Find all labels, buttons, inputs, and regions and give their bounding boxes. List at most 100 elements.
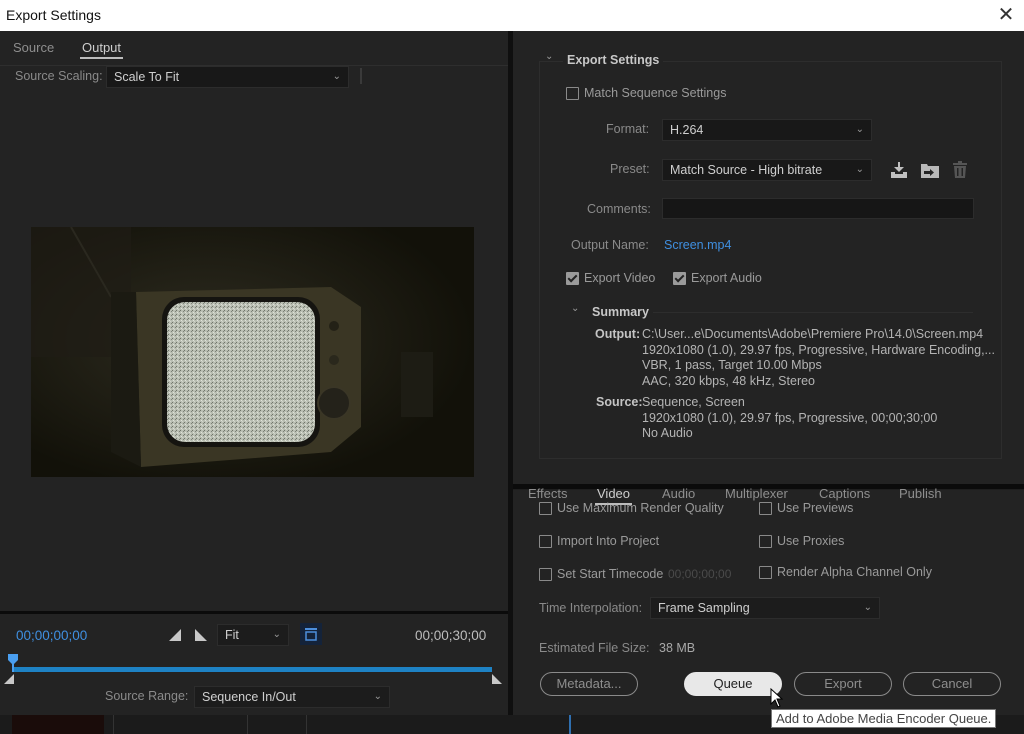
time-interpolation-label: Time Interpolation: [539, 601, 643, 615]
tab-audio[interactable]: Audio [662, 486, 695, 501]
output-name-link[interactable]: Screen.mp4 [664, 238, 731, 252]
checkbox-label: Match Sequence Settings [584, 86, 727, 100]
summary-divider [653, 312, 973, 313]
tab-captions[interactable]: Captions [819, 486, 870, 501]
checkbox-label: Import Into Project [557, 534, 660, 548]
checkbox-box [539, 501, 552, 515]
checkbox-label: Export Video [584, 271, 656, 285]
source-scaling-value: Scale To Fit [114, 70, 180, 84]
in-point-marker[interactable] [4, 674, 15, 684]
end-timecode: 00;00;30;00 [415, 628, 487, 643]
export-video-checkbox[interactable]: Export Video [566, 271, 655, 285]
import-preset-icon[interactable] [920, 161, 940, 179]
chevron-down-icon: ⌄ [373, 691, 382, 702]
tab-source[interactable]: Source [13, 40, 54, 55]
summary-line: AAC, 320 kbps, 48 kHz, Stereo [642, 373, 816, 388]
set-out-point-icon[interactable] [195, 629, 208, 641]
tooltip: Add to Adobe Media Encoder Queue. [771, 709, 997, 728]
cancel-button[interactable]: Cancel [903, 672, 1001, 696]
aspect-ratio-icon [305, 628, 317, 641]
summary-output-label: Output: [595, 327, 641, 341]
render-alpha-checkbox[interactable]: Render Alpha Channel Only [759, 565, 932, 579]
summary-output-text: C:\User...e\Documents\Adobe\Premiere Pro… [642, 327, 995, 389]
checkbox-box [759, 501, 772, 515]
title-bar: Export Settings ✕ [0, 0, 1024, 31]
source-range-value: Sequence In/Out [202, 690, 296, 704]
checkbox-label: Use Previews [777, 501, 854, 515]
checkbox-label: Export Audio [691, 271, 762, 285]
preset-value: Match Source - High bitrate [670, 163, 823, 177]
save-preset-icon[interactable] [890, 161, 908, 179]
playhead[interactable] [8, 654, 20, 672]
max-render-quality-checkbox[interactable]: Use Maximum Render Quality [539, 501, 724, 515]
chevron-down-icon: ⌄ [863, 602, 872, 613]
zoom-level-value: Fit [225, 628, 239, 642]
crop-handle[interactable] [360, 68, 362, 84]
format-value: H.264 [670, 123, 704, 137]
source-scaling-select[interactable]: Scale To Fit ⌄ [106, 66, 349, 88]
chevron-down-icon[interactable]: ⌄ [545, 51, 553, 62]
queue-button[interactable]: Queue [684, 672, 782, 696]
checkbox-box [759, 565, 772, 579]
divider [113, 715, 114, 734]
chevron-down-icon: ⌄ [332, 71, 341, 82]
time-interpolation-select[interactable]: Frame Sampling ⌄ [650, 597, 880, 619]
start-timecode-field[interactable]: 00;00;00;00 [668, 567, 731, 581]
tab-video[interactable]: Video [594, 486, 633, 505]
chevron-down-icon: ⌄ [855, 124, 864, 135]
format-select[interactable]: H.264 ⌄ [662, 119, 872, 141]
export-settings-heading: Export Settings [563, 53, 664, 67]
source-range-select[interactable]: Sequence In/Out ⌄ [194, 686, 390, 708]
summary-line: 1920x1080 (1.0), 29.97 fps, Progressive,… [642, 342, 995, 357]
checkbox-box [759, 534, 772, 548]
close-icon[interactable]: ✕ [996, 3, 1016, 27]
source-range-label: Source Range: [105, 689, 189, 703]
timeline-range-bar[interactable] [12, 667, 492, 672]
divider [247, 715, 248, 734]
tab-effects[interactable]: Effects [528, 486, 568, 501]
use-proxies-checkbox[interactable]: Use Proxies [759, 534, 844, 548]
summary-line: No Audio [642, 426, 693, 440]
time-interpolation-value: Frame Sampling [658, 601, 750, 615]
summary-line: VBR, 1 pass, Target 10.00 Mbps [642, 358, 822, 372]
current-timecode[interactable]: 00;00;00;00 [16, 628, 87, 643]
export-audio-checkbox[interactable]: Export Audio [673, 271, 762, 285]
match-sequence-checkbox[interactable]: Match Sequence Settings [566, 86, 726, 100]
summary-line: C:\User...e\Documents\Adobe\Premiere Pro… [642, 327, 984, 341]
checkbox-box [566, 271, 579, 285]
out-point-marker[interactable] [492, 674, 503, 684]
set-start-timecode-checkbox[interactable]: Set Start Timecode [539, 567, 663, 581]
delete-preset-icon[interactable] [952, 161, 968, 179]
chevron-down-icon[interactable]: ⌄ [571, 303, 579, 314]
metadata-button[interactable]: Metadata... [540, 672, 638, 696]
timeline-panel: 00;00;00;00 Fit ⌄ 00;00;30;00 Source Ran… [0, 614, 508, 715]
video-preview [31, 227, 474, 477]
summary-line: 1920x1080 (1.0), 29.97 fps, Progressive,… [642, 410, 938, 425]
zoom-level-select[interactable]: Fit ⌄ [217, 624, 289, 646]
preview-panel: Source Output Source Scaling: Scale To F… [0, 31, 508, 611]
estimated-size-label: Estimated File Size: [539, 641, 650, 655]
checkbox-box [566, 86, 579, 100]
source-scaling-label: Source Scaling: [15, 69, 103, 83]
chevron-down-icon: ⌄ [272, 629, 281, 640]
tab-multiplexer[interactable]: Multiplexer [725, 486, 788, 501]
checkbox-box [539, 534, 552, 548]
summary-source-text: Sequence, Screen 1920x1080 (1.0), 29.97 … [642, 395, 937, 442]
checkbox-label: Render Alpha Channel Only [777, 565, 932, 579]
preview-image [31, 227, 474, 477]
tab-publish[interactable]: Publish [899, 486, 942, 501]
checkbox-label: Use Maximum Render Quality [557, 501, 724, 515]
import-into-project-checkbox[interactable]: Import Into Project [539, 534, 659, 548]
aspect-correction-button[interactable] [300, 623, 322, 645]
export-button[interactable]: Export [794, 672, 892, 696]
use-previews-checkbox[interactable]: Use Previews [759, 501, 853, 515]
set-in-point-icon[interactable] [169, 629, 182, 641]
tab-output[interactable]: Output [79, 40, 124, 59]
checkbox-label: Use Proxies [777, 534, 845, 548]
estimated-size-value: 38 MB [659, 641, 696, 655]
chevron-down-icon: ⌄ [855, 164, 864, 175]
comments-input[interactable] [662, 198, 974, 219]
checkbox-label: Set Start Timecode [557, 567, 664, 581]
preset-select[interactable]: Match Source - High bitrate ⌄ [662, 159, 872, 181]
summary-heading: Summary [592, 305, 649, 319]
